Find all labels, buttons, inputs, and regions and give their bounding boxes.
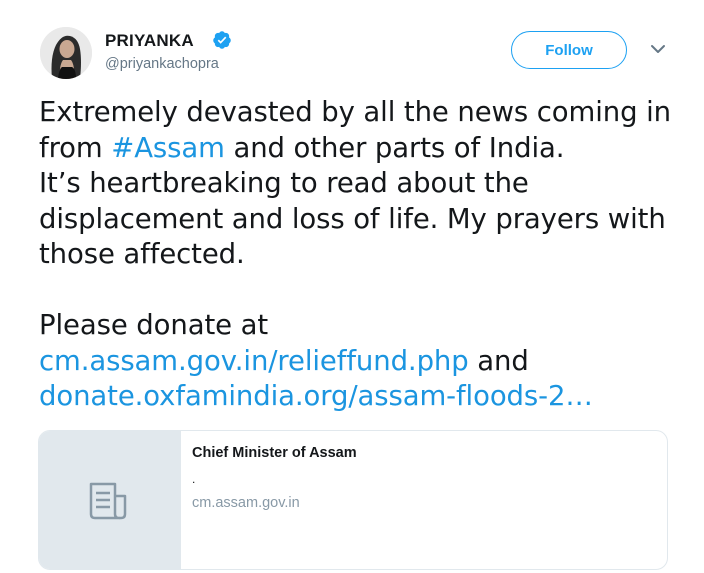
link-preview-card[interactable]: Chief Minister of Assam . cm.assam.gov.i… (38, 430, 668, 570)
card-domain: cm.assam.gov.in (192, 495, 300, 511)
tweet-line: those affected. (39, 238, 245, 270)
avatar[interactable] (40, 27, 92, 79)
tweet-line: from #Assam and other parts of India. (39, 131, 679, 167)
tweet-header: PRIYANKA @priyankachopra Follow (0, 0, 704, 90)
card-title: Chief Minister of Assam (192, 445, 357, 461)
oxfam-donate-link[interactable]: donate.oxfamindia.org/assam-floods-2… (39, 380, 593, 412)
chevron-down-icon[interactable] (650, 43, 666, 55)
follow-button[interactable]: Follow (511, 31, 627, 69)
tweet-text-segment: and other parts of India. (224, 131, 565, 164)
tweet-line: displacement and loss of life. My prayer… (39, 202, 666, 235)
display-name[interactable]: PRIYANKA (105, 31, 194, 51)
tweet-line: Extremely devasted by all the news comin… (39, 96, 671, 128)
verified-badge-icon (213, 31, 231, 49)
card-description: . (192, 472, 196, 486)
tweet-text: Extremely devasted by all the news comin… (39, 95, 679, 415)
user-handle[interactable]: @priyankachopra (105, 56, 219, 72)
tweet-text-segment: and (468, 344, 529, 377)
tweet-line: cm.assam.gov.in/relieffund.php and (39, 344, 679, 380)
tweet-line: Please donate at (39, 309, 269, 341)
document-icon (89, 482, 127, 520)
hashtag-link[interactable]: #Assam (111, 132, 225, 164)
tweet-line: It’s heartbreaking to read about the (39, 167, 529, 199)
tweet-text-segment: from (39, 131, 112, 164)
tweet-line: donate.oxfamindia.org/assam-floods-2… (39, 379, 679, 415)
relief-fund-link[interactable]: cm.assam.gov.in/relieffund.php (39, 345, 469, 377)
card-thumbnail (39, 431, 181, 569)
avatar-photo (40, 27, 92, 79)
